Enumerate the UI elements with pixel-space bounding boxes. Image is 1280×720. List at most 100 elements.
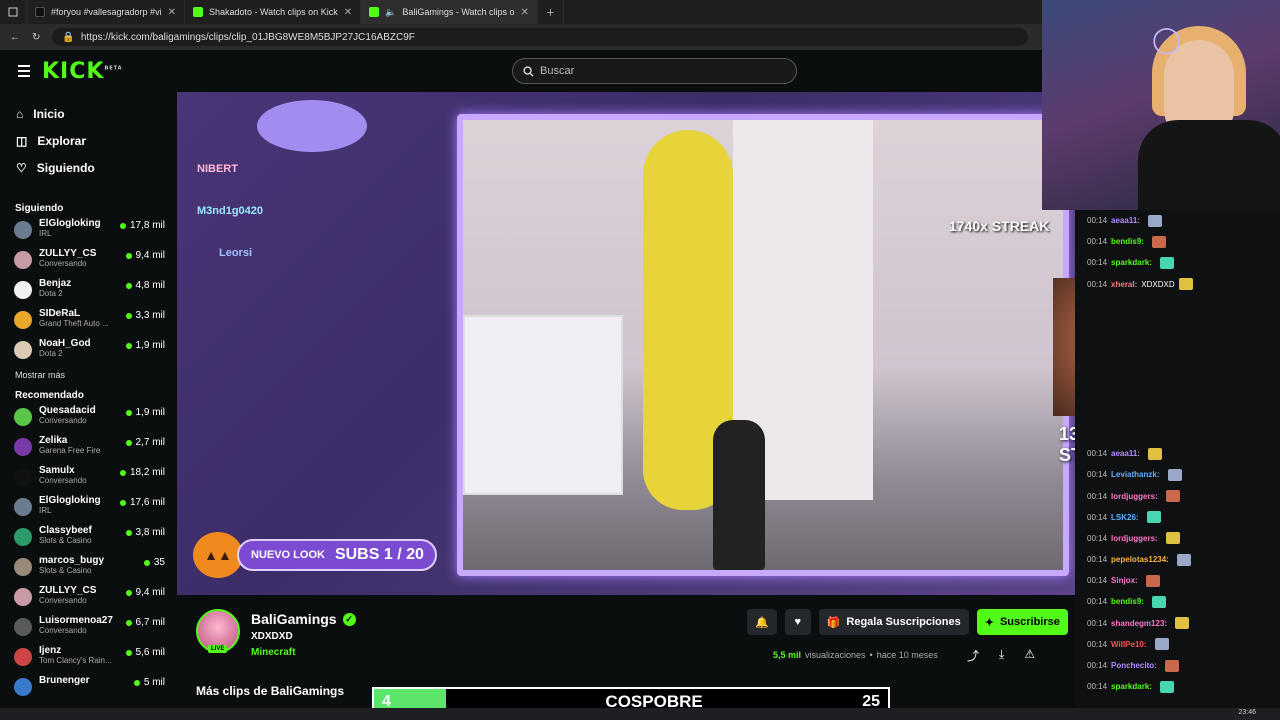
lock-icon: 🔒	[62, 31, 75, 43]
channel-avatar	[14, 558, 32, 576]
follow-button[interactable]: ♥	[784, 609, 811, 635]
channel-avatar	[14, 468, 32, 486]
tab-label: #foryou #vallesagradorp #vi	[51, 7, 162, 17]
new-tab-button[interactable]: ＋	[538, 0, 564, 24]
channel-viewers: 35	[143, 557, 165, 568]
url-text: https://kick.com/baligamings/clips/clip_…	[80, 31, 415, 43]
live-dot-icon	[119, 499, 126, 506]
menu-icon[interactable]	[18, 65, 30, 77]
channel-info: Ijenz Tom Clancy's Rain...	[39, 645, 126, 665]
video-player[interactable]: NIBERT M3nd1g0420 Leorsi 1740x STREAK 13…	[177, 92, 1075, 595]
chat-username[interactable]: aeaa11:	[1111, 449, 1140, 458]
show-more-link[interactable]: Mostrar más	[0, 370, 177, 380]
nav-home[interactable]: ⌂ Inicio	[0, 100, 177, 127]
channel-name: SIDeRaL	[39, 308, 81, 319]
chat-time: 00:14	[1087, 639, 1108, 649]
channel-avatar	[14, 221, 32, 239]
report-icon[interactable]: ⚠	[1024, 647, 1035, 664]
chat-username[interactable]: WillPe10:	[1111, 640, 1147, 649]
channel-item[interactable]: Brunenger 5 mil	[0, 675, 177, 705]
chat-username[interactable]: Leviathanzk:	[1111, 470, 1159, 479]
tab-label: Shakadoto - Watch clips on Kick	[208, 7, 338, 17]
channel-item[interactable]: Samulx Conversando 18,2 mil	[0, 465, 177, 495]
chat-message	[1075, 358, 1280, 379]
channel-avatar	[14, 438, 32, 456]
search-input[interactable]: Buscar	[512, 58, 797, 84]
download-icon[interactable]: ⤓	[999, 647, 1004, 664]
gift-subs-button[interactable]: 🎁 Regala Suscripciones	[818, 609, 969, 635]
back-icon[interactable]: ←	[10, 32, 20, 43]
clip-meta: 5,5 mil visualizaciones • hace 10 meses	[773, 650, 938, 660]
chat-username[interactable]: pepelotas1234:	[1111, 555, 1169, 564]
streamer-webcam	[457, 114, 1069, 576]
browser-tab-1[interactable]: Shakadoto - Watch clips on Kick ✕	[185, 0, 362, 24]
channel-item[interactable]: Benjaz Dota 2 4,8 mil	[0, 278, 177, 308]
chat-time: 00:14	[1087, 661, 1108, 671]
chat-username[interactable]: sparkdark:	[1111, 258, 1152, 267]
browser-window-menu[interactable]	[0, 0, 27, 24]
channel-avatar	[14, 618, 32, 636]
chat-time: 00:14	[1087, 491, 1108, 501]
url-field[interactable]: 🔒 https://kick.com/baligamings/clips/cli…	[52, 28, 1028, 46]
browser-tab-0[interactable]: #foryou #vallesagradorp #vi ✕	[27, 0, 185, 24]
subscribe-button[interactable]: ✦ Suscribirse	[976, 609, 1068, 635]
reload-icon[interactable]: ↻	[32, 32, 40, 43]
channel-name: Samulx	[39, 465, 75, 476]
chat-username[interactable]: LSK26:	[1111, 513, 1139, 522]
channel-info: Samulx Conversando	[39, 465, 120, 485]
channel-item[interactable]: NoaH_God Dota 2 1,9 mil	[0, 338, 177, 368]
channel-info: NoaH_God Dota 2	[39, 338, 126, 358]
channel-info: ZULLYY_CS Conversando	[39, 248, 126, 268]
close-icon[interactable]: ✕	[521, 7, 529, 18]
sidebar: ⌂ Inicio ◫ Explorar ♡ Siguiendo Siguiendo E…	[0, 92, 177, 720]
chat-username[interactable]: lordjuggers:	[1111, 492, 1158, 501]
channel-item[interactable]: ElGlogloking IRL 17,6 mil	[0, 495, 177, 525]
chat-username[interactable]: sparkdark:	[1111, 682, 1152, 691]
channel-name: Brunenger	[39, 675, 90, 686]
chat-username[interactable]: lordjuggers:	[1111, 534, 1158, 543]
channel-info: Classybeef Slots & Casino	[39, 525, 126, 545]
channel-item[interactable]: Classybeef Slots & Casino 3,8 mil	[0, 525, 177, 555]
channel-item[interactable]: ElGlogloking IRL 17,8 mil	[0, 218, 177, 248]
chat-username[interactable]: shandegm123:	[1111, 619, 1167, 628]
chat-username[interactable]: aeaa11:	[1111, 216, 1140, 225]
channel-info: marcos_bugy Slots & Casino	[39, 555, 144, 575]
taskbar-clock: 23:46	[1238, 709, 1256, 716]
channel-info: ElGlogloking IRL	[39, 495, 120, 515]
close-icon[interactable]: ✕	[344, 7, 352, 18]
channel-item[interactable]: ZULLYY_CS Conversando 9,4 mil	[0, 585, 177, 615]
chat-username[interactable]: bendis9:	[1111, 237, 1144, 246]
chat-time: 00:14	[1087, 237, 1108, 247]
emote-icon	[1146, 511, 1161, 524]
chat-panel: 00:14 aeaa11: 00:14 bendis9: 00:14 sparkdark:…	[1075, 210, 1280, 720]
channel-category: Conversando	[39, 626, 87, 635]
viewer-count: 4,8 mil	[135, 280, 165, 291]
chat-username[interactable]: bendis9:	[1111, 597, 1144, 606]
channel-viewers: 9,4 mil	[125, 250, 165, 261]
channel-item[interactable]: marcos_bugy Slots & Casino 35	[0, 555, 177, 585]
channel-name: ZULLYY_CS	[39, 248, 97, 259]
chat-username[interactable]: Sinjox:	[1111, 576, 1138, 585]
clip-category[interactable]: Minecraft	[251, 647, 295, 658]
browser-tab-2[interactable]: 🔈 BaliGamings - Watch clips o ✕	[361, 0, 538, 24]
streamer-name[interactable]: BaliGamings	[251, 611, 337, 627]
nav-explore[interactable]: ◫ Explorar	[0, 127, 177, 154]
search-icon	[523, 65, 534, 77]
notification-button[interactable]: 🔔	[747, 609, 777, 635]
channel-viewers: 1,9 mil	[125, 340, 165, 351]
channel-category: IRL	[39, 506, 52, 515]
channel-item[interactable]: Luisormenoa27 Conversando 6,7 mil	[0, 615, 177, 645]
channel-item[interactable]: Quesadacid Conversando 1,9 mil	[0, 405, 177, 435]
channel-item[interactable]: Ijenz Tom Clancy's Rain... 5,6 mil	[0, 645, 177, 675]
chat-message: 00:14 lordjuggers:	[1075, 528, 1280, 549]
nav-following[interactable]: ♡ Siguiendo	[0, 154, 177, 181]
chat-time: 00:14	[1087, 512, 1108, 522]
channel-item[interactable]: ZULLYY_CS Conversando 9,4 mil	[0, 248, 177, 278]
kick-logo[interactable]: KICKBETA	[42, 59, 123, 84]
channel-item[interactable]: SIDeRaL Grand Theft Auto ... 3,3 mil	[0, 308, 177, 338]
chat-username[interactable]: xheral:	[1111, 280, 1137, 289]
share-icon[interactable]: ⤴	[967, 647, 979, 664]
close-icon[interactable]: ✕	[168, 7, 176, 18]
chat-username[interactable]: Ponchecito:	[1111, 661, 1157, 670]
channel-item[interactable]: Zelika Garena Free Fire 2,7 mil	[0, 435, 177, 465]
